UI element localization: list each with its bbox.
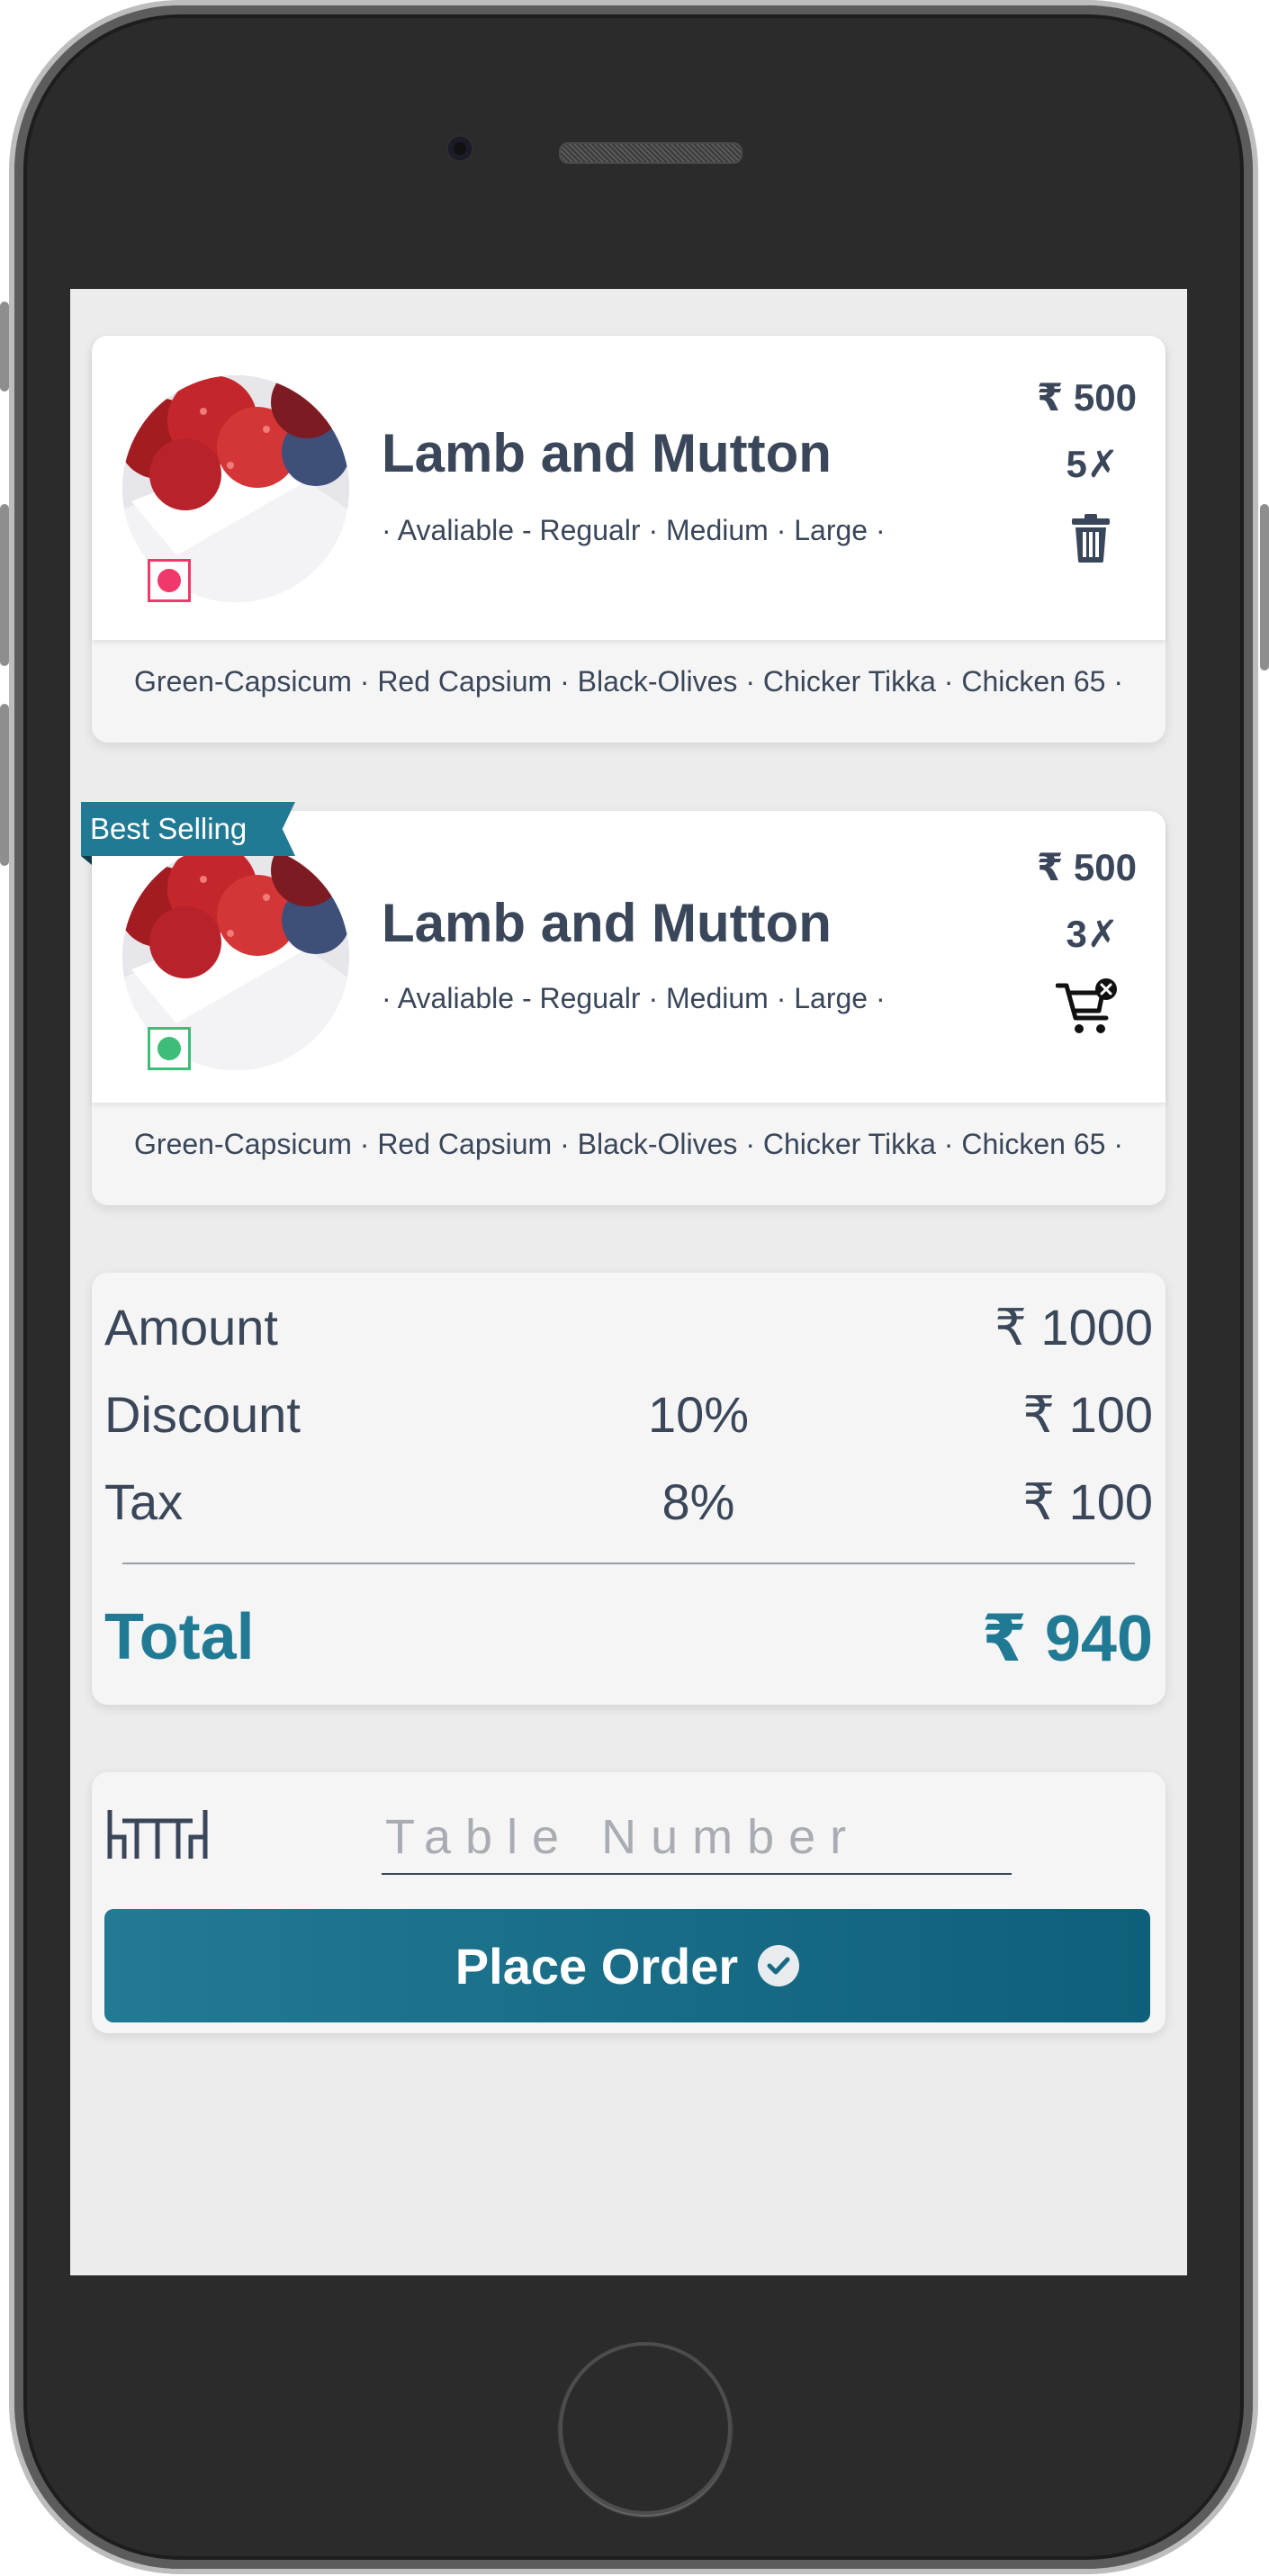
discount-label: Discount	[104, 1386, 301, 1443]
cart-item: Best Selling Lamb and Mutton · Avaliable…	[81, 802, 1166, 1205]
discount-value: ₹ 100	[1022, 1386, 1153, 1443]
nonveg-indicator	[148, 559, 191, 602]
item-quantity: 5✗	[1066, 443, 1119, 485]
item-price: ₹ 500	[1037, 376, 1137, 419]
tax-label: Tax	[104, 1473, 184, 1530]
item-quantity: 3✗	[1066, 913, 1119, 955]
front-camera	[448, 137, 472, 160]
amount-label: Amount	[104, 1299, 278, 1356]
volume-up-button	[0, 504, 9, 666]
veg-indicator	[148, 1027, 191, 1070]
item-price: ₹ 500	[1037, 846, 1137, 888]
power-button	[1260, 504, 1269, 671]
item-toppings: Green-Capsicum · Red Capsium · Black-Oli…	[134, 665, 1123, 698]
mute-switch	[0, 302, 9, 392]
item-title: Lamb and Mutton	[382, 423, 832, 483]
cart-item-header: Lamb and Mutton · Avaliable - Regualr · …	[92, 336, 1166, 640]
item-sizes: · Avaliable - Regualr · Medium · Large ·	[382, 982, 886, 1014]
item-sizes: · Avaliable - Regualr · Medium · Large ·	[382, 514, 886, 546]
place-order-button[interactable]: Place Order	[104, 1909, 1150, 2022]
tax-percent: 8%	[662, 1473, 735, 1530]
volume-down-button	[0, 704, 9, 866]
app-screen: Lamb and Mutton · Avaliable - Regualr · …	[70, 289, 1187, 2275]
summary-divider	[122, 1563, 1135, 1564]
remove-from-cart-icon[interactable]	[1055, 978, 1119, 1040]
place-order-label: Place Order	[454, 1937, 739, 1995]
cart-item-header: Best Selling Lamb and Mutton · Avaliable…	[81, 802, 1166, 1103]
earpiece-speaker	[559, 142, 742, 164]
check-circle-icon	[758, 1945, 800, 1986]
item-toppings: Green-Capsicum · Red Capsium · Black-Oli…	[134, 1128, 1123, 1160]
table-number-input[interactable]	[382, 1801, 1012, 1875]
amount-row: Amount ₹ 1000	[104, 1298, 1153, 1361]
bill-summary: Amount ₹ 1000 Discount 10% ₹ 100 Tax 8% …	[92, 1273, 1166, 1705]
discount-row: Discount 10% ₹ 100	[104, 1385, 1153, 1448]
total-value: ₹ 940	[981, 1603, 1153, 1675]
trash-icon[interactable]	[1072, 514, 1110, 567]
order-panel: Place Order	[92, 1772, 1166, 2033]
cart-item: Lamb and Mutton · Avaliable - Regualr · …	[92, 336, 1166, 743]
item-title: Lamb and Mutton	[382, 893, 832, 953]
tax-row: Tax 8% ₹ 100	[104, 1473, 1153, 1536]
amount-value: ₹ 1000	[994, 1299, 1153, 1356]
discount-percent: 10%	[647, 1386, 750, 1443]
badge-fold	[81, 856, 92, 865]
tax-value: ₹ 100	[1022, 1473, 1153, 1530]
best-selling-badge: Best Selling	[81, 802, 295, 856]
total-label: Total	[104, 1601, 255, 1673]
dining-table-icon	[104, 1806, 211, 1867]
home-button[interactable]	[559, 2342, 732, 2515]
